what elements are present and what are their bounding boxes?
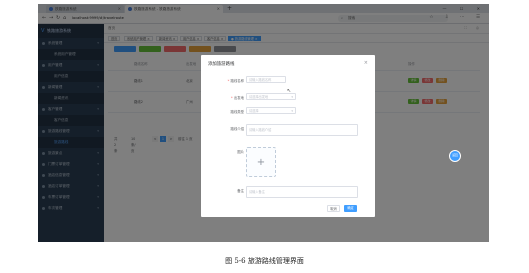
select-field[interactable]: 请选择 ▾ xyxy=(246,107,296,114)
confirm-button[interactable]: 确定 xyxy=(344,205,357,212)
chevron-down-icon: ▾ xyxy=(291,109,293,113)
placeholder: 请选择出发地 xyxy=(249,95,269,99)
field-label: * 路线名称 xyxy=(228,78,244,83)
field-label-text: 备注 xyxy=(237,188,244,193)
field-label-text: 路线类型 xyxy=(230,109,244,114)
field-label: 路线类型 xyxy=(230,109,244,114)
field-label-text: 出发地 xyxy=(233,95,244,100)
textarea-field[interactable]: 请输入备注 xyxy=(246,186,358,198)
field-label: 图片 xyxy=(237,149,244,154)
plus-icon: + xyxy=(256,157,266,168)
image-uploader[interactable]: + xyxy=(246,147,276,177)
placeholder: 请输入路线名称 xyxy=(249,78,272,82)
field-label-text: 路线名称 xyxy=(230,78,244,83)
field-label-text: 图片 xyxy=(237,150,244,154)
placeholder: 请选择 xyxy=(249,109,259,113)
figure-caption: 图 5-6 旅游路线管理界面 xyxy=(225,257,304,265)
dialog-title: 添加旅游路线 xyxy=(208,62,235,67)
field-label: 备注 xyxy=(237,188,244,193)
select-field[interactable]: 请选择出发地 ▾ xyxy=(246,93,296,100)
field-label-text: 路线介绍 xyxy=(230,126,244,131)
field-label: 路线介绍 xyxy=(230,126,244,131)
floating-back-button[interactable]: 返回 xyxy=(449,150,461,162)
chevron-down-icon: ▾ xyxy=(291,95,293,99)
textarea-field[interactable]: 请输入路线介绍 xyxy=(246,124,358,136)
text-input[interactable]: 请输入路线名称 xyxy=(246,76,286,83)
screenshot: 铁路旅游系统× 铁路旅游系统 - 铁路旅游系统× + — ☐ ✕ ← → ↻ ⌂… xyxy=(38,4,489,242)
add-route-dialog: 添加旅游路线 × * 路线名称 请输入路线名称 * 出发地 请选择出发地 ▾ 路线类型 请选… xyxy=(201,55,375,217)
close-icon[interactable]: × xyxy=(364,60,368,66)
mouse-cursor-icon: ↖ xyxy=(287,88,292,94)
cancel-button[interactable]: 取消 xyxy=(327,205,340,212)
field-label: * 出发地 xyxy=(231,95,244,100)
